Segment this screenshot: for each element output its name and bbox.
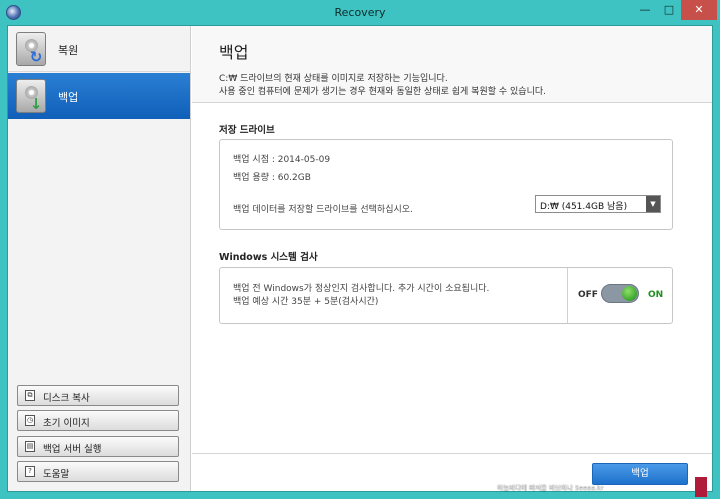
system-check-description: 백업 전 Windows가 정상인지 검사합니다. 추가 시간이 소요됩니다. …	[233, 283, 489, 309]
watermark-badge	[695, 477, 707, 497]
chevron-down-icon[interactable]: ▼	[646, 196, 660, 212]
disk-backup-icon: ↓	[16, 79, 46, 113]
backup-time-text: 백업 시점 : 2014-05-09	[233, 155, 331, 165]
toggle-knob[interactable]	[622, 286, 637, 301]
disk-copy-button[interactable]: ⧉ 디스크 복사	[17, 385, 179, 406]
copy-icon: ⧉	[25, 390, 35, 401]
close-button[interactable]: ✕	[681, 0, 717, 20]
backup-server-label: 백업 서버 실행	[43, 444, 102, 455]
app-window: ↻ 복원 ↓ 백업 ⧉ 디스크 복사 ◷ 초기 이미지 ▤ 백업 서버 실행 ?…	[7, 25, 713, 492]
minimize-button[interactable]: —	[633, 0, 657, 20]
drive-select-prompt: 백업 데이터를 저장할 드라이브를 선택하십시오.	[233, 205, 413, 215]
system-check-section-title: Windows 시스템 검사	[219, 252, 318, 263]
sidebar-item-label: 복원	[58, 44, 79, 57]
description-line: C:₩ 드라이브의 현재 상태를 이미지로 저장하는 기능입니다.	[219, 74, 448, 84]
divider	[192, 453, 712, 454]
disk-restore-icon: ↻	[16, 32, 46, 66]
toggle-on-label: ON	[648, 290, 664, 300]
sidebar-item-label: 백업	[58, 91, 79, 104]
backup-server-button[interactable]: ▤ 백업 서버 실행	[17, 436, 179, 457]
title-bar: Recovery — □ ✕	[0, 0, 720, 25]
page-title: 백업	[219, 43, 249, 62]
system-check-toggle[interactable]	[601, 284, 639, 303]
drive-select[interactable]: D:₩ (451.4GB 남음) ▼	[535, 195, 661, 213]
sidebar-item-backup[interactable]: ↓ 백업	[8, 73, 190, 119]
initial-image-label: 초기 이미지	[43, 418, 90, 429]
toggle-off-label: OFF	[578, 290, 598, 300]
maximize-button[interactable]: □	[657, 0, 681, 20]
image-history-icon: ◷	[25, 415, 35, 426]
sidebar-item-restore[interactable]: ↻ 복원	[8, 26, 190, 72]
main-panel: 백업 C:₩ 드라이브의 현재 상태를 이미지로 저장하는 기능입니다. 사용 …	[192, 26, 712, 491]
page-description: C:₩ 드라이브의 현재 상태를 이미지로 저장하는 기능입니다. 사용 중인 …	[219, 73, 546, 99]
storage-section-title: 저장 드라이브	[219, 125, 275, 136]
sidebar: ↻ 복원 ↓ 백업 ⧉ 디스크 복사 ◷ 초기 이미지 ▤ 백업 서버 실행 ?…	[8, 26, 191, 491]
initial-image-button[interactable]: ◷ 초기 이미지	[17, 410, 179, 431]
window-title: Recovery	[334, 6, 386, 19]
page-header: 백업 C:₩ 드라이브의 현재 상태를 이미지로 저장하는 기능입니다. 사용 …	[192, 26, 712, 103]
check-line: 백업 전 Windows가 정상인지 검사합니다. 추가 시간이 소요됩니다.	[233, 284, 490, 294]
server-icon: ▤	[25, 441, 35, 452]
disk-copy-label: 디스크 복사	[43, 393, 90, 404]
storage-panel: 백업 시점 : 2014-05-09 백업 용량 : 60.2GB 백업 데이터…	[219, 139, 673, 230]
help-icon: ?	[25, 466, 35, 477]
system-check-panel: 백업 전 Windows가 정상인지 검사합니다. 추가 시간이 소요됩니다. …	[219, 267, 673, 324]
watermark-text: 하늘바다에 빠져들 바보하나 Seeaa.kr	[497, 484, 604, 492]
description-line: 사용 중인 컴퓨터에 문제가 생기는 경우 현재와 동일한 상태로 쉽게 복원할…	[219, 87, 546, 97]
help-label: 도움말	[43, 469, 70, 480]
drive-select-value: D:₩ (451.4GB 남음)	[540, 202, 628, 212]
check-line: 백업 예상 시간 35분 + 5분(검사시간)	[233, 297, 379, 307]
watermark: 하늘바다에 빠져들 바보하나 Seeaa.kr	[497, 477, 707, 497]
backup-size-text: 백업 용량 : 60.2GB	[233, 173, 311, 183]
help-button[interactable]: ? 도움말	[17, 461, 179, 482]
divider	[567, 268, 568, 323]
